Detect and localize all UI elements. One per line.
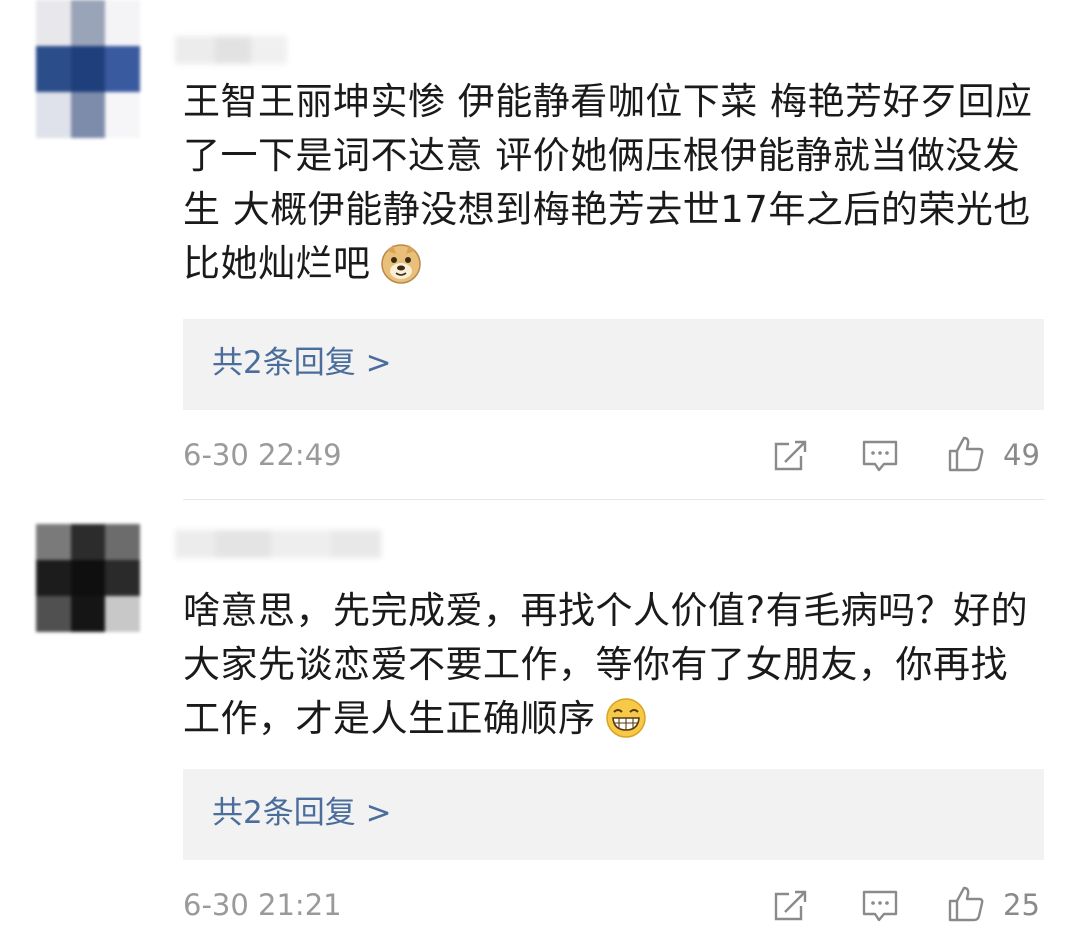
comment-item: 啥意思，先完成爱，再找个人价值?有毛病吗？好的大家先谈恋爱不要工作，等你有了女朋…: [0, 500, 1065, 945]
replies-box[interactable]: 共2条回复 >: [183, 769, 1044, 860]
comment-text: 王智王丽坤实惨 伊能静看咖位下菜 梅艳芳好歹回应了一下是词不达意 评价她俩压根伊…: [183, 75, 1045, 291]
avatar[interactable]: [36, 0, 140, 138]
share-icon[interactable]: [771, 886, 811, 926]
thumbs-up-icon[interactable]: [946, 434, 986, 474]
doge-emoji-icon: [380, 244, 421, 284]
username[interactable]: [175, 36, 287, 64]
timestamp: 6-30 22:49: [183, 438, 342, 472]
share-icon[interactable]: [771, 436, 811, 476]
comment-body: 王智王丽坤实惨 伊能静看咖位下菜 梅艳芳好歹回应了一下是词不达意 评价她俩压根伊…: [183, 80, 1033, 285]
comment-item: 王智王丽坤实惨 伊能静看咖位下菜 梅艳芳好歹回应了一下是词不达意 评价她俩压根伊…: [0, 0, 1065, 499]
thumbs-up-icon[interactable]: [946, 884, 986, 924]
view-replies-link[interactable]: 共2条回复 >: [212, 343, 392, 383]
like-count: 49: [1003, 438, 1040, 472]
comment-text: 啥意思，先完成爱，再找个人价值?有毛病吗？好的大家先谈恋爱不要工作，等你有了女朋…: [183, 584, 1045, 746]
like-count: 25: [1003, 888, 1040, 922]
avatar[interactable]: [36, 524, 140, 632]
comment-icon[interactable]: [860, 436, 900, 476]
replies-box[interactable]: 共2条回复 >: [183, 319, 1044, 410]
comment-icon[interactable]: [860, 886, 900, 926]
timestamp: 6-30 21:21: [183, 888, 342, 922]
view-replies-link[interactable]: 共2条回复 >: [212, 793, 392, 833]
grin-emoji-icon: [605, 698, 646, 738]
username[interactable]: [175, 530, 381, 558]
